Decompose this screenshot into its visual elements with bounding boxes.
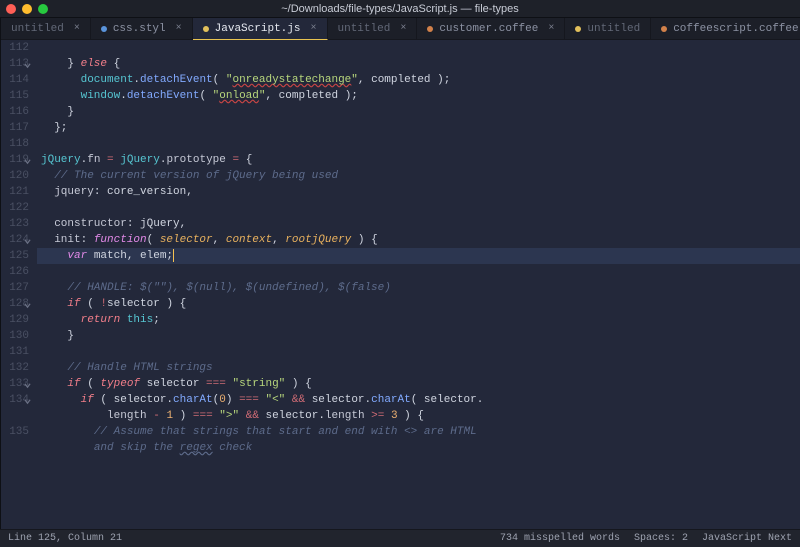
tab[interactable]: JavaScript.js × <box>193 18 328 40</box>
line-number: 134 <box>1 392 29 408</box>
line-number: 127 <box>1 280 29 296</box>
tab-label: JavaScript.js <box>215 23 301 35</box>
code-line[interactable]: var match, elem; <box>37 248 800 264</box>
code-line[interactable] <box>37 200 800 216</box>
line-number: 133 <box>1 376 29 392</box>
tab-dot-icon <box>203 26 209 32</box>
close-tab-icon[interactable]: × <box>74 23 80 34</box>
line-number: 124 <box>1 232 29 248</box>
code-line[interactable] <box>37 40 800 56</box>
code-line[interactable]: window.detachEvent( "onload", completed … <box>37 88 800 104</box>
code-line[interactable]: // Assume that strings that start and en… <box>37 424 800 440</box>
line-number: 117 <box>1 120 29 136</box>
code-line[interactable]: length - 1 ) === ">" && selector.length … <box>37 408 800 424</box>
tab[interactable]: coffeescript.coffee <box>651 18 800 39</box>
tab[interactable]: untitled <box>565 18 651 39</box>
line-number: 115 <box>1 88 29 104</box>
statusbar: Line 125, Column 21 734 misspelled words… <box>0 529 800 547</box>
code-line[interactable]: // The current version of jQuery being u… <box>37 168 800 184</box>
tab-dot-icon <box>661 26 667 32</box>
code-line[interactable]: if ( selector.charAt(0) === "<" && selec… <box>37 392 800 408</box>
line-number: 118 <box>1 136 29 152</box>
line-number: 113 <box>1 56 29 72</box>
window-title: ~/Downloads/file-types/JavaScript.js — f… <box>0 3 800 15</box>
code-line[interactable]: jquery: core_version, <box>37 184 800 200</box>
code-line[interactable]: init: function( selector, context, rootj… <box>37 232 800 248</box>
close-tab-icon[interactable]: × <box>176 23 182 34</box>
line-number: 119 <box>1 152 29 168</box>
line-number: 128 <box>1 296 29 312</box>
tab-label: customer.coffee <box>439 23 538 35</box>
tab[interactable]: customer.coffee × <box>417 18 565 39</box>
code-line[interactable]: and skip the regex check <box>37 440 800 456</box>
tab-dot-icon <box>427 26 433 32</box>
tabs: untitled×css.styl×JavaScript.js×untitled… <box>1 18 800 40</box>
close-tab-icon[interactable]: × <box>548 23 554 34</box>
code-line[interactable] <box>37 344 800 360</box>
tab[interactable]: untitled × <box>328 18 418 39</box>
line-number <box>1 440 29 456</box>
line-number: 121 <box>1 184 29 200</box>
line-number: 132 <box>1 360 29 376</box>
close-tab-icon[interactable]: × <box>310 23 316 34</box>
editor: untitled×css.styl×JavaScript.js×untitled… <box>1 18 800 529</box>
tab-label: untitled <box>11 23 64 35</box>
code-line[interactable]: constructor: jQuery, <box>37 216 800 232</box>
line-number <box>1 408 29 424</box>
code-line[interactable]: jQuery.fn = jQuery.prototype = { <box>37 152 800 168</box>
line-number: 116 <box>1 104 29 120</box>
close-tab-icon[interactable]: × <box>400 23 406 34</box>
line-number: 130 <box>1 328 29 344</box>
code-line[interactable]: document.detachEvent( "onreadystatechang… <box>37 72 800 88</box>
code-area[interactable]: 1121131141151161171181191201211221231241… <box>1 40 800 529</box>
status-cursor-position: Line 125, Column 21 <box>8 533 122 544</box>
status-syntax[interactable]: JavaScript Next <box>702 533 792 544</box>
line-number: 114 <box>1 72 29 88</box>
code-line[interactable]: } <box>37 328 800 344</box>
code-line[interactable]: // Handle HTML strings <box>37 360 800 376</box>
code-line[interactable] <box>37 264 800 280</box>
tab-dot-icon <box>575 26 581 32</box>
code-line[interactable]: return this; <box>37 312 800 328</box>
code-line[interactable]: if ( typeof selector === "string" ) { <box>37 376 800 392</box>
code-line[interactable]: }; <box>37 120 800 136</box>
status-indentation[interactable]: Spaces: 2 <box>634 533 688 544</box>
status-spell[interactable]: 734 misspelled words <box>500 533 620 544</box>
tab-label: untitled <box>338 23 391 35</box>
code[interactable]: } else { document.detachEvent( "onreadys… <box>37 40 800 529</box>
gutter: 1121131141151161171181191201211221231241… <box>1 40 37 529</box>
code-line[interactable]: if ( !selector ) { <box>37 296 800 312</box>
line-number: 120 <box>1 168 29 184</box>
line-number: 122 <box>1 200 29 216</box>
tab-label: css.styl <box>113 23 166 35</box>
line-number: 135 <box>1 424 29 440</box>
line-number: 131 <box>1 344 29 360</box>
tab[interactable]: css.styl × <box>91 18 193 39</box>
code-line[interactable]: } else { <box>37 56 800 72</box>
code-line[interactable]: // HANDLE: $(""), $(null), $(undefined),… <box>37 280 800 296</box>
code-line[interactable]: } <box>37 104 800 120</box>
line-number: 123 <box>1 216 29 232</box>
code-line[interactable] <box>37 136 800 152</box>
window-titlebar: ~/Downloads/file-types/JavaScript.js — f… <box>0 0 800 18</box>
tab-dot-icon <box>101 26 107 32</box>
line-number: 129 <box>1 312 29 328</box>
line-number: 125 <box>1 248 29 264</box>
tab-label: untitled <box>587 23 640 35</box>
tab-label: coffeescript.coffee <box>673 23 798 35</box>
line-number: 126 <box>1 264 29 280</box>
tab[interactable]: untitled × <box>1 18 91 39</box>
line-number: 112 <box>1 40 29 56</box>
